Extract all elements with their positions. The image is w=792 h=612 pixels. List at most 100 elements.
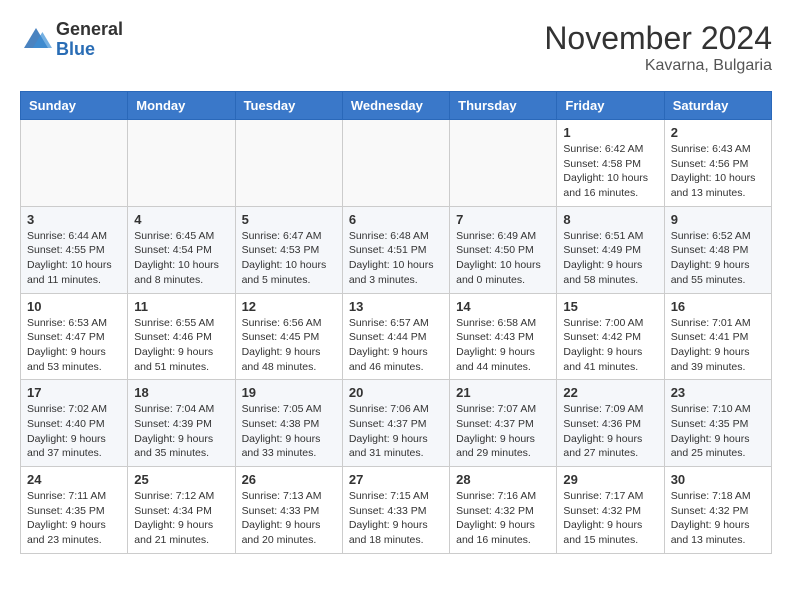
day-number: 4 bbox=[134, 212, 228, 227]
day-info: Sunrise: 7:11 AM Sunset: 4:35 PM Dayligh… bbox=[27, 489, 121, 548]
day-info: Sunrise: 7:18 AM Sunset: 4:32 PM Dayligh… bbox=[671, 489, 765, 548]
header-day-sunday: Sunday bbox=[21, 92, 128, 120]
calendar-cell: 25 Sunrise: 7:12 AM Sunset: 4:34 PM Dayli… bbox=[128, 467, 235, 554]
day-number: 12 bbox=[242, 299, 336, 314]
calendar-cell: 9 Sunrise: 6:52 AM Sunset: 4:48 PM Daylig… bbox=[664, 206, 771, 293]
day-info: Sunrise: 7:12 AM Sunset: 4:34 PM Dayligh… bbox=[134, 489, 228, 548]
calendar-cell: 28 Sunrise: 7:16 AM Sunset: 4:32 PM Dayli… bbox=[450, 467, 557, 554]
day-number: 9 bbox=[671, 212, 765, 227]
calendar-cell: 24 Sunrise: 7:11 AM Sunset: 4:35 PM Dayli… bbox=[21, 467, 128, 554]
calendar-cell: 3 Sunrise: 6:44 AM Sunset: 4:55 PM Daylig… bbox=[21, 206, 128, 293]
day-number: 14 bbox=[456, 299, 550, 314]
calendar-week-4: 17 Sunrise: 7:02 AM Sunset: 4:40 PM Dayli… bbox=[21, 380, 772, 467]
day-info: Sunrise: 6:58 AM Sunset: 4:43 PM Dayligh… bbox=[456, 316, 550, 375]
header-day-friday: Friday bbox=[557, 92, 664, 120]
day-number: 15 bbox=[563, 299, 657, 314]
month-year: November 2024 bbox=[544, 20, 772, 57]
day-number: 23 bbox=[671, 385, 765, 400]
calendar: SundayMondayTuesdayWednesdayThursdayFrid… bbox=[20, 91, 772, 554]
calendar-cell bbox=[342, 120, 449, 207]
day-number: 25 bbox=[134, 472, 228, 487]
day-info: Sunrise: 6:44 AM Sunset: 4:55 PM Dayligh… bbox=[27, 229, 121, 288]
header-day-monday: Monday bbox=[128, 92, 235, 120]
day-info: Sunrise: 6:52 AM Sunset: 4:48 PM Dayligh… bbox=[671, 229, 765, 288]
day-number: 20 bbox=[349, 385, 443, 400]
day-number: 17 bbox=[27, 385, 121, 400]
calendar-cell: 16 Sunrise: 7:01 AM Sunset: 4:41 PM Dayli… bbox=[664, 293, 771, 380]
day-number: 16 bbox=[671, 299, 765, 314]
day-info: Sunrise: 7:15 AM Sunset: 4:33 PM Dayligh… bbox=[349, 489, 443, 548]
day-info: Sunrise: 7:00 AM Sunset: 4:42 PM Dayligh… bbox=[563, 316, 657, 375]
calendar-cell bbox=[235, 120, 342, 207]
calendar-header: SundayMondayTuesdayWednesdayThursdayFrid… bbox=[21, 92, 772, 120]
day-info: Sunrise: 7:09 AM Sunset: 4:36 PM Dayligh… bbox=[563, 402, 657, 461]
day-number: 5 bbox=[242, 212, 336, 227]
calendar-cell: 5Sunrise: 6:47 AM Sunset: 4:53 PM Daylig… bbox=[235, 206, 342, 293]
page-header: General Blue November 2024 Kavarna, Bulg… bbox=[20, 20, 772, 75]
day-number: 19 bbox=[242, 385, 336, 400]
calendar-week-1: 1 Sunrise: 6:42 AM Sunset: 4:58 PM Daylig… bbox=[21, 120, 772, 207]
calendar-cell: 10 Sunrise: 6:53 AM Sunset: 4:47 PM Dayli… bbox=[21, 293, 128, 380]
day-info: Sunrise: 6:56 AM Sunset: 4:45 PM Dayligh… bbox=[242, 316, 336, 375]
calendar-cell bbox=[450, 120, 557, 207]
calendar-cell: 20 Sunrise: 7:06 AM Sunset: 4:37 PM Dayli… bbox=[342, 380, 449, 467]
calendar-cell: 19 Sunrise: 7:05 AM Sunset: 4:38 PM Dayli… bbox=[235, 380, 342, 467]
day-info: Sunrise: 6:55 AM Sunset: 4:46 PM Dayligh… bbox=[134, 316, 228, 375]
day-number: 1 bbox=[563, 125, 657, 140]
calendar-cell: 15 Sunrise: 7:00 AM Sunset: 4:42 PM Dayli… bbox=[557, 293, 664, 380]
location: Kavarna, Bulgaria bbox=[544, 57, 772, 75]
day-info: Sunrise: 7:06 AM Sunset: 4:37 PM Dayligh… bbox=[349, 402, 443, 461]
calendar-cell bbox=[128, 120, 235, 207]
day-info: Sunrise: 7:07 AM Sunset: 4:37 PM Dayligh… bbox=[456, 402, 550, 461]
day-info: Sunrise: 7:17 AM Sunset: 4:32 PM Dayligh… bbox=[563, 489, 657, 548]
day-info: Sunrise: 6:49 AM Sunset: 4:50 PM Dayligh… bbox=[456, 229, 550, 288]
calendar-week-2: 3 Sunrise: 6:44 AM Sunset: 4:55 PM Daylig… bbox=[21, 206, 772, 293]
calendar-cell: 12 Sunrise: 6:56 AM Sunset: 4:45 PM Dayli… bbox=[235, 293, 342, 380]
logo: General Blue bbox=[20, 20, 123, 60]
day-number: 30 bbox=[671, 472, 765, 487]
calendar-cell: 13 Sunrise: 6:57 AM Sunset: 4:44 PM Dayli… bbox=[342, 293, 449, 380]
day-number: 24 bbox=[27, 472, 121, 487]
day-info: Sunrise: 6:42 AM Sunset: 4:58 PM Dayligh… bbox=[563, 142, 657, 201]
day-info: Sunrise: 6:45 AM Sunset: 4:54 PM Dayligh… bbox=[134, 229, 228, 288]
calendar-cell: 30 Sunrise: 7:18 AM Sunset: 4:32 PM Dayli… bbox=[664, 467, 771, 554]
calendar-week-5: 24 Sunrise: 7:11 AM Sunset: 4:35 PM Dayli… bbox=[21, 467, 772, 554]
header-day-saturday: Saturday bbox=[664, 92, 771, 120]
calendar-cell bbox=[21, 120, 128, 207]
calendar-cell: 2Sunrise: 6:43 AM Sunset: 4:56 PM Daylig… bbox=[664, 120, 771, 207]
calendar-cell: 26 Sunrise: 7:13 AM Sunset: 4:33 PM Dayli… bbox=[235, 467, 342, 554]
day-info: Sunrise: 6:53 AM Sunset: 4:47 PM Dayligh… bbox=[27, 316, 121, 375]
calendar-cell: 7Sunrise: 6:49 AM Sunset: 4:50 PM Daylig… bbox=[450, 206, 557, 293]
day-number: 22 bbox=[563, 385, 657, 400]
calendar-body: 1 Sunrise: 6:42 AM Sunset: 4:58 PM Daylig… bbox=[21, 120, 772, 554]
calendar-cell: 14 Sunrise: 6:58 AM Sunset: 4:43 PM Dayli… bbox=[450, 293, 557, 380]
logo-blue: Blue bbox=[56, 39, 95, 59]
day-info: Sunrise: 7:04 AM Sunset: 4:39 PM Dayligh… bbox=[134, 402, 228, 461]
day-number: 3 bbox=[27, 212, 121, 227]
day-number: 2 bbox=[671, 125, 765, 140]
logo-general: General bbox=[56, 19, 123, 39]
day-number: 26 bbox=[242, 472, 336, 487]
day-info: Sunrise: 7:16 AM Sunset: 4:32 PM Dayligh… bbox=[456, 489, 550, 548]
day-number: 13 bbox=[349, 299, 443, 314]
day-info: Sunrise: 6:48 AM Sunset: 4:51 PM Dayligh… bbox=[349, 229, 443, 288]
day-info: Sunrise: 7:02 AM Sunset: 4:40 PM Dayligh… bbox=[27, 402, 121, 461]
calendar-cell: 27 Sunrise: 7:15 AM Sunset: 4:33 PM Dayli… bbox=[342, 467, 449, 554]
calendar-cell: 8Sunrise: 6:51 AM Sunset: 4:49 PM Daylig… bbox=[557, 206, 664, 293]
day-number: 10 bbox=[27, 299, 121, 314]
day-number: 11 bbox=[134, 299, 228, 314]
calendar-cell: 6Sunrise: 6:48 AM Sunset: 4:51 PM Daylig… bbox=[342, 206, 449, 293]
day-info: Sunrise: 7:01 AM Sunset: 4:41 PM Dayligh… bbox=[671, 316, 765, 375]
calendar-cell: 17 Sunrise: 7:02 AM Sunset: 4:40 PM Dayli… bbox=[21, 380, 128, 467]
logo-text: General Blue bbox=[56, 20, 123, 60]
calendar-week-3: 10 Sunrise: 6:53 AM Sunset: 4:47 PM Dayli… bbox=[21, 293, 772, 380]
day-number: 27 bbox=[349, 472, 443, 487]
day-info: Sunrise: 7:05 AM Sunset: 4:38 PM Dayligh… bbox=[242, 402, 336, 461]
day-number: 28 bbox=[456, 472, 550, 487]
calendar-cell: 22 Sunrise: 7:09 AM Sunset: 4:36 PM Dayli… bbox=[557, 380, 664, 467]
day-info: Sunrise: 6:57 AM Sunset: 4:44 PM Dayligh… bbox=[349, 316, 443, 375]
day-info: Sunrise: 7:13 AM Sunset: 4:33 PM Dayligh… bbox=[242, 489, 336, 548]
day-number: 29 bbox=[563, 472, 657, 487]
calendar-cell: 11 Sunrise: 6:55 AM Sunset: 4:46 PM Dayli… bbox=[128, 293, 235, 380]
calendar-cell: 21Sunrise: 7:07 AM Sunset: 4:37 PM Dayli… bbox=[450, 380, 557, 467]
